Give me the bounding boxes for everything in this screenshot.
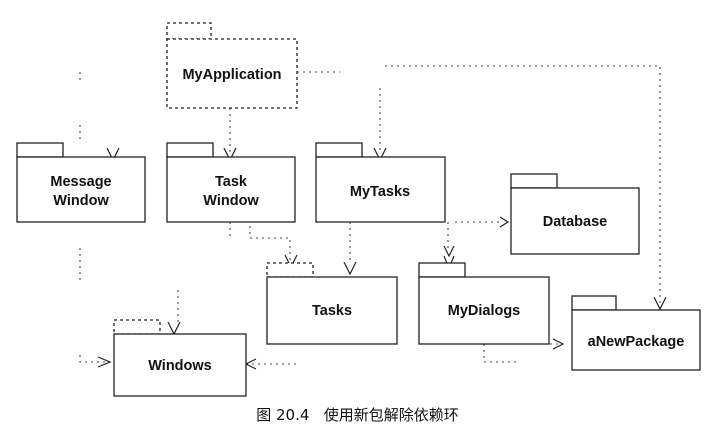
package-label-line2: Window [53,193,109,209]
package-label: MyDialogs [448,303,521,319]
package-tasks: Tasks [266,262,398,345]
package-label-line1: Message [50,174,111,190]
arrowhead-windows-top [167,321,181,336]
package-label: Tasks [312,303,352,319]
arrowhead-tasks-right [343,261,357,276]
package-label: Database [543,214,607,230]
package-label: MyTasks [350,184,410,200]
package-task-window: Task Window [166,142,296,223]
arrowhead-mydialogs-a [443,245,455,258]
figure-caption: 图 20.4 使用新包解除依赖环 [256,406,459,424]
package-message-window: Message Window [16,142,146,223]
package-a-new-package: aNewPackage [571,295,701,371]
package-database: Database [510,173,640,255]
package-myapplication: MyApplication [166,22,298,109]
package-label: Windows [148,358,212,374]
package-my-tasks: MyTasks [315,142,446,223]
package-diagram: MyApplication Message Window Task Window… [16,22,701,397]
package-label-line2: Window [203,193,259,209]
package-label: aNewPackage [588,334,685,350]
arrowhead-database [499,216,510,228]
package-label: MyApplication [182,67,281,83]
diagram-canvas: MyApplication Message Window Task Window… [0,0,715,441]
package-my-dialogs: MyDialogs [418,262,550,345]
package-windows: Windows [113,319,247,397]
package-label-line1: Task [215,174,248,190]
dependency-mydialogs-anewpackage [483,343,560,363]
dependency-taskwindow-tasks [249,220,291,262]
